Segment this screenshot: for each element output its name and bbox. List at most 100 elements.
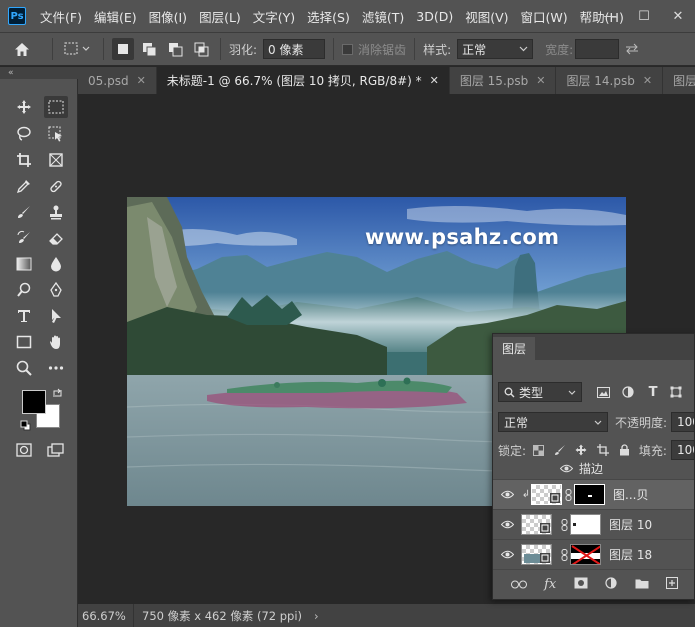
add-mask-icon[interactable] bbox=[574, 577, 588, 592]
lock-transparency-icon[interactable] bbox=[530, 444, 547, 456]
swap-colors-icon[interactable] bbox=[50, 386, 64, 400]
menu-file[interactable]: 文件(F) bbox=[40, 7, 82, 26]
layer-name[interactable]: 图层 10 bbox=[609, 516, 652, 533]
blur-tool-icon[interactable] bbox=[44, 253, 68, 275]
more-tools-icon[interactable] bbox=[44, 357, 68, 379]
style-select[interactable]: 正常 bbox=[457, 39, 534, 59]
menu-type[interactable]: 文字(Y) bbox=[253, 7, 295, 26]
lock-pixels-icon[interactable] bbox=[551, 444, 568, 456]
eraser-tool-icon[interactable] bbox=[44, 227, 68, 249]
filter-pixel-icon[interactable] bbox=[592, 386, 614, 398]
add-selection-icon[interactable] bbox=[138, 38, 160, 60]
effect-visibility-icon[interactable] bbox=[559, 464, 573, 473]
eyedropper-tool-icon[interactable] bbox=[12, 175, 36, 197]
menu-3d[interactable]: 3D(D) bbox=[416, 9, 453, 24]
clone-stamp-tool-icon[interactable] bbox=[44, 201, 68, 223]
layer-row[interactable]: ↲ 图...贝 bbox=[493, 479, 694, 509]
zoom-tool-icon[interactable] bbox=[12, 357, 36, 379]
layer-name[interactable]: 图层 18 bbox=[609, 546, 652, 563]
close-tab-icon[interactable]: ✕ bbox=[643, 74, 652, 87]
object-selection-tool-icon[interactable] bbox=[44, 123, 68, 145]
status-menu-arrow-icon[interactable]: › bbox=[314, 609, 319, 623]
filter-adjustment-icon[interactable] bbox=[617, 386, 639, 398]
feather-input[interactable]: 0 像素 bbox=[263, 39, 326, 59]
path-selection-tool-icon[interactable] bbox=[44, 305, 68, 327]
move-tool-icon[interactable] bbox=[12, 96, 36, 118]
layer-thumbnail[interactable] bbox=[521, 514, 552, 535]
type-tool-icon[interactable] bbox=[12, 305, 36, 327]
tab-05-psd[interactable]: 05.psd ✕ bbox=[78, 67, 157, 94]
tab-layer-14[interactable]: 图层 14.psb ✕ bbox=[556, 67, 664, 94]
layer-filter-select[interactable]: 类型 bbox=[498, 382, 582, 402]
visibility-eye-icon[interactable] bbox=[493, 490, 521, 499]
tab-layers[interactable]: 图层 bbox=[493, 337, 536, 360]
layer-mask-thumbnail[interactable] bbox=[574, 484, 605, 505]
home-icon[interactable] bbox=[0, 42, 44, 57]
dodge-tool-icon[interactable] bbox=[12, 279, 36, 301]
pen-tool-icon[interactable] bbox=[44, 279, 68, 301]
layer-row[interactable]: 图层 18 bbox=[493, 539, 694, 569]
hand-tool-icon[interactable] bbox=[44, 331, 68, 353]
menu-select[interactable]: 选择(S) bbox=[307, 7, 350, 26]
brush-tool-icon[interactable] bbox=[12, 201, 36, 223]
menu-layer[interactable]: 图层(L) bbox=[199, 7, 241, 26]
antialias-checkbox[interactable] bbox=[342, 43, 354, 55]
filter-type-icon[interactable]: T bbox=[642, 385, 664, 400]
layer-thumbnail[interactable] bbox=[531, 484, 562, 505]
maximize-button[interactable]: ☐ bbox=[627, 0, 661, 32]
visibility-eye-icon[interactable] bbox=[493, 520, 521, 529]
layer-style-fx-icon[interactable]: fx bbox=[544, 577, 556, 592]
close-tab-icon[interactable]: ✕ bbox=[536, 74, 545, 87]
crop-tool-icon[interactable] bbox=[12, 149, 36, 171]
rectangle-tool-icon[interactable] bbox=[12, 331, 36, 353]
menu-window[interactable]: 窗口(W) bbox=[521, 7, 568, 26]
filter-shape-icon[interactable] bbox=[665, 386, 687, 398]
foreground-color-swatch[interactable] bbox=[22, 390, 46, 414]
new-selection-icon[interactable] bbox=[112, 38, 134, 60]
zoom-level[interactable]: 66.67% bbox=[78, 604, 134, 627]
width-input[interactable] bbox=[575, 39, 620, 59]
new-layer-icon[interactable] bbox=[666, 577, 679, 592]
lock-position-icon[interactable] bbox=[573, 444, 590, 456]
tab-layer-more[interactable]: 图层 bbox=[663, 67, 695, 94]
visibility-eye-icon[interactable] bbox=[493, 550, 521, 559]
close-button[interactable]: ✕ bbox=[661, 0, 695, 32]
blend-mode-select[interactable]: 正常 bbox=[498, 412, 608, 432]
marquee-preset-icon[interactable] bbox=[61, 42, 95, 56]
layer-mask-thumbnail[interactable] bbox=[570, 514, 601, 535]
adjustment-layer-icon[interactable] bbox=[605, 577, 617, 592]
gradient-tool-icon[interactable] bbox=[12, 253, 36, 275]
menu-edit[interactable]: 编辑(E) bbox=[94, 7, 137, 26]
lock-all-icon[interactable] bbox=[616, 444, 633, 456]
close-tab-icon[interactable]: ✕ bbox=[137, 74, 146, 87]
minimize-button[interactable]: — bbox=[593, 0, 627, 32]
link-icon[interactable] bbox=[558, 518, 570, 531]
default-colors-icon[interactable] bbox=[18, 418, 32, 432]
quick-mask-icon[interactable] bbox=[12, 439, 36, 461]
swap-icon[interactable] bbox=[623, 43, 641, 55]
close-tab-icon[interactable]: ✕ bbox=[430, 74, 439, 87]
tab-untitled-1[interactable]: 未标题-1 @ 66.7% (图层 10 拷贝, RGB/8#) * ✕ bbox=[156, 67, 450, 94]
rectangular-marquee-tool-icon[interactable] bbox=[44, 96, 68, 118]
subtract-selection-icon[interactable] bbox=[164, 38, 186, 60]
tab-layer-15[interactable]: 图层 15.psb ✕ bbox=[450, 67, 557, 94]
new-group-icon[interactable] bbox=[635, 578, 649, 592]
lasso-tool-icon[interactable] bbox=[12, 123, 36, 145]
opacity-input[interactable]: 100 bbox=[671, 412, 694, 432]
layer-name[interactable]: 图...贝 bbox=[613, 486, 648, 503]
link-icon[interactable] bbox=[558, 548, 570, 561]
healing-brush-tool-icon[interactable] bbox=[44, 175, 68, 197]
menu-image[interactable]: 图像(I) bbox=[149, 7, 187, 26]
history-brush-tool-icon[interactable] bbox=[12, 227, 36, 249]
disabled-mask-thumbnail[interactable] bbox=[570, 544, 601, 565]
link-icon[interactable] bbox=[562, 488, 574, 501]
frame-tool-icon[interactable] bbox=[44, 149, 68, 171]
layer-thumbnail[interactable] bbox=[521, 544, 552, 565]
menu-filter[interactable]: 滤镜(T) bbox=[362, 7, 404, 26]
screen-mode-icon[interactable] bbox=[44, 439, 68, 461]
collapse-toolbar-icon[interactable]: « bbox=[0, 67, 78, 79]
menu-view[interactable]: 视图(V) bbox=[465, 7, 508, 26]
fill-input[interactable]: 100 bbox=[670, 440, 694, 460]
intersect-selection-icon[interactable] bbox=[190, 38, 212, 60]
layer-row[interactable]: 图层 10 bbox=[493, 509, 694, 539]
